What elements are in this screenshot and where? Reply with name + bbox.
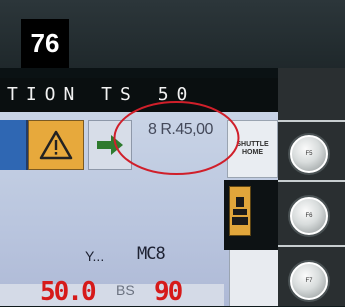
shuttle-home-label-line1: SHUTTLE (236, 141, 269, 148)
highlight-ellipse (113, 101, 240, 175)
hardware-button-f5[interactable]: F5 (290, 135, 328, 173)
hardware-button-f6[interactable]: F6 (290, 197, 328, 235)
mode-readout: MC8 (137, 244, 166, 264)
hardware-button-f7[interactable]: F7 (290, 262, 328, 300)
shuttle-home-label-line2: HOME (242, 149, 263, 156)
warning-triangle-icon (39, 130, 73, 160)
hardware-divider-line (278, 245, 345, 247)
page-number: 76 (21, 19, 69, 68)
machine-icon (232, 197, 248, 225)
y-axis-label: Y... (85, 248, 105, 264)
hardware-button-f6-label: F6 (305, 213, 313, 219)
hardware-button-f7-label: F7 (305, 278, 313, 284)
status-strip (0, 284, 224, 306)
readout-value-left: 50.0 (40, 277, 97, 307)
hardware-button-f5-label: F5 (305, 151, 313, 157)
hardware-divider-line (278, 120, 345, 122)
machine-button[interactable] (229, 186, 251, 236)
warning-button[interactable] (28, 120, 84, 170)
hardware-divider-line (278, 180, 345, 182)
bs-label: BS (116, 282, 135, 298)
right-info-panel (229, 250, 279, 306)
readout-value-right: 90 (154, 277, 183, 307)
side-tab-button[interactable] (0, 120, 28, 170)
